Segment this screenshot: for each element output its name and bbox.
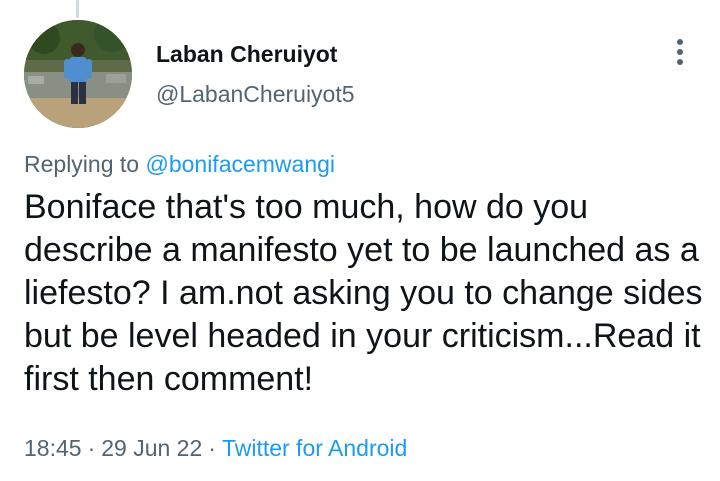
- more-vertical-icon: [677, 39, 683, 65]
- tweet-meta: 18:45 · 29 Jun 22 · Twitter for Android: [24, 432, 407, 464]
- tweet-date[interactable]: 29 Jun 22: [101, 435, 202, 461]
- tweet-text: Boniface that's too much, how do you des…: [24, 188, 703, 398]
- reply-mention-link[interactable]: @bonifacemwangi: [145, 151, 335, 177]
- replying-to-line: Replying to @bonifacemwangi: [24, 148, 335, 180]
- replying-to-label: Replying to: [24, 151, 140, 177]
- meta-separator: ·: [208, 435, 216, 461]
- meta-separator: ·: [87, 435, 96, 461]
- tweet-source-link[interactable]: Twitter for Android: [222, 435, 407, 461]
- author-block[interactable]: Laban Cheruiyot @LabanCheruiyot5: [156, 38, 355, 110]
- author-name[interactable]: Laban Cheruiyot: [156, 38, 355, 70]
- tweet-time[interactable]: 18:45: [24, 435, 82, 461]
- avatar[interactable]: [24, 20, 132, 128]
- more-options-button[interactable]: [666, 36, 694, 68]
- tweet-detail: Laban Cheruiyot @LabanCheruiyot5 Replyin…: [0, 0, 720, 481]
- author-handle[interactable]: @LabanCheruiyot5: [156, 78, 355, 110]
- avatar-photo: [24, 20, 132, 128]
- thread-connector-line: [76, 0, 79, 18]
